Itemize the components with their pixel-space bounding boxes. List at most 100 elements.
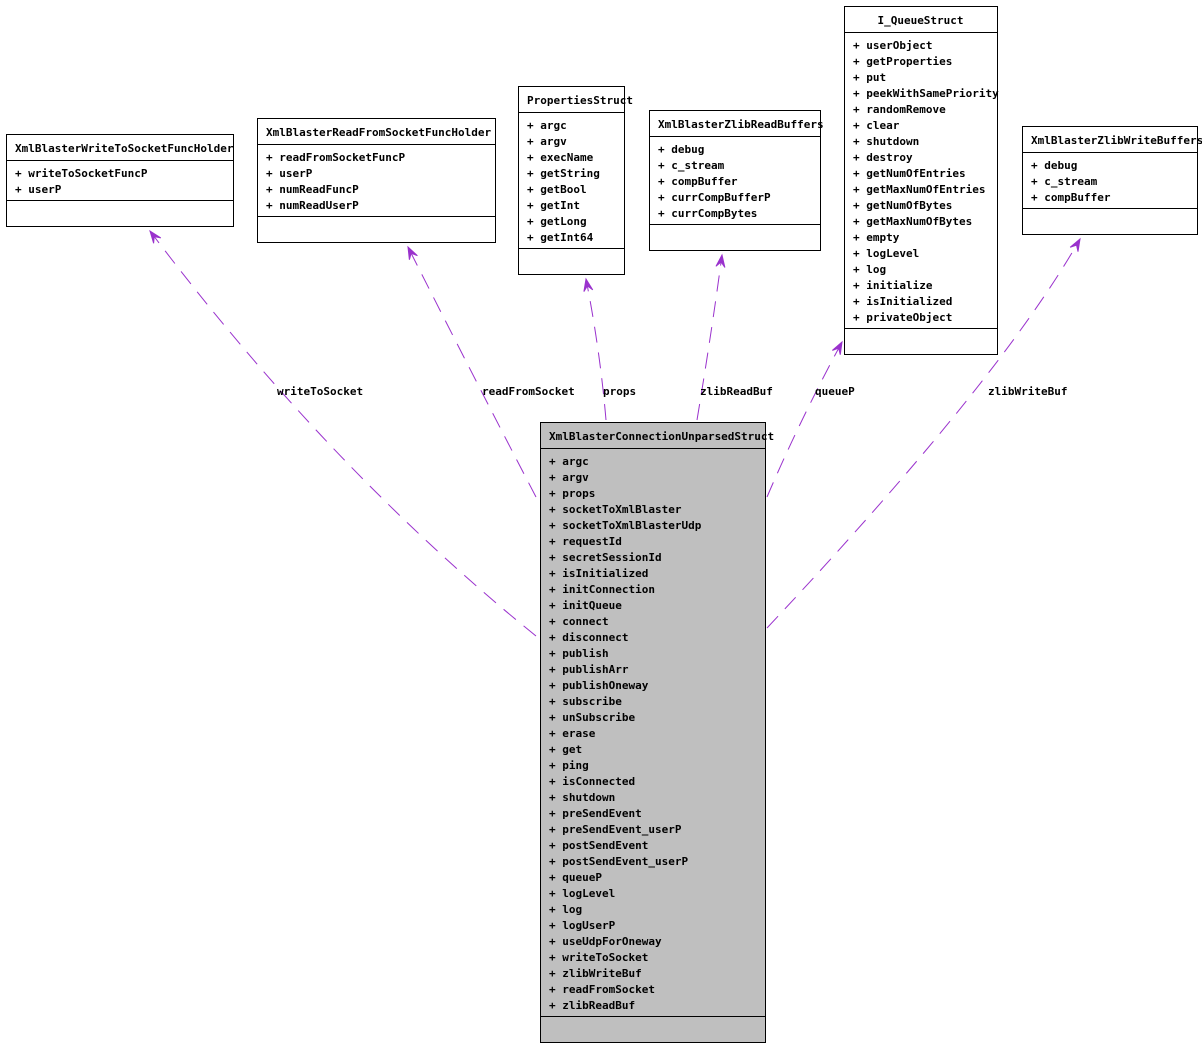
edge-label: zlibReadBuf <box>700 385 773 398</box>
member-get: + get <box>549 743 582 756</box>
edge-label: zlibWriteBuf <box>988 385 1067 398</box>
member-getProperties: + getProperties <box>853 55 952 68</box>
member-ping: + ping <box>549 759 589 772</box>
edge-line <box>407 246 537 498</box>
member-postSendEvent_userP: + postSendEvent_userP <box>549 855 688 868</box>
member-empty: + empty <box>853 231 900 244</box>
member-queueP: + queueP <box>549 871 602 884</box>
member-logLevel: + logLevel <box>853 247 919 260</box>
member-zlibReadBuf: + zlibReadBuf <box>549 999 635 1012</box>
member-getInt: + getInt <box>527 199 580 212</box>
class-box-main[interactable]: XmlBlasterConnectionUnparsedStruct + argc… <box>540 422 774 1043</box>
arrow-head-icon <box>407 245 418 260</box>
member-userObject: + userObject <box>853 39 932 52</box>
member-initQueue: + initQueue <box>549 599 622 612</box>
class-name: XmlBlasterConnectionUnparsedStruct <box>549 430 774 443</box>
member-unSubscribe: + unSubscribe <box>549 711 635 724</box>
member-initialize: + initialize <box>853 279 933 292</box>
arrow-head-icon <box>715 253 726 268</box>
edge-queue: queueP <box>766 340 855 498</box>
member-c_stream: + c_stream <box>1031 175 1098 188</box>
member-getBool: + getBool <box>527 183 587 196</box>
member-isInitialized: + isInitialized <box>853 295 952 308</box>
member-publish: + publish <box>549 647 609 660</box>
edge-props: props <box>583 277 636 421</box>
member-requestId: + requestId <box>549 535 622 548</box>
member-put: + put <box>853 71 886 84</box>
member-preSendEvent: + preSendEvent <box>549 807 642 820</box>
class-box-frame <box>518 86 625 275</box>
class-box-queue[interactable]: I_QueueStruct + userObject + getProperties… <box>844 6 999 355</box>
member-shutdown: + shutdown <box>853 135 919 148</box>
member-peekWithSamePriority: + peekWithSamePriority <box>853 87 999 100</box>
member-disconnect: + disconnect <box>549 631 628 644</box>
member-postSendEvent: + postSendEvent <box>549 839 648 852</box>
member-debug: + debug <box>658 143 704 156</box>
class-name: XmlBlasterZlibWriteBuffers <box>1031 134 1202 147</box>
member-userP: + userP <box>15 183 62 196</box>
member-argc: + argc <box>549 455 589 468</box>
class-box-props[interactable]: PropertiesStruct + argc + argv + execName + … <box>518 86 633 275</box>
member-preSendEvent_userP: + preSendEvent_userP <box>549 823 682 836</box>
member-log: + log <box>549 903 582 916</box>
member-writeToSocket: + writeToSocket <box>549 951 648 964</box>
edge-line <box>149 230 537 637</box>
member-clear: + clear <box>853 119 900 132</box>
member-getString: + getString <box>527 167 600 180</box>
arrow-head-icon <box>832 340 843 355</box>
member-numReadUserP: + numReadUserP <box>266 199 359 212</box>
edge-label: queueP <box>815 385 855 398</box>
member-execName: + execName <box>527 151 594 164</box>
member-userP: + userP <box>266 167 313 180</box>
arrow-head-icon <box>1069 237 1081 252</box>
member-socketToXmlBlasterUdp: + socketToXmlBlasterUdp <box>549 519 702 532</box>
edge-label: props <box>603 385 636 398</box>
member-isConnected: + isConnected <box>549 775 635 788</box>
collaboration-diagram: writeToSocket readFromSocket props zlibRead… <box>6 6 1202 1043</box>
member-publishOneway: + publishOneway <box>549 679 649 692</box>
member-readFromSocketFuncP: + readFromSocketFuncP <box>266 151 405 164</box>
member-argv: + argv <box>527 135 567 148</box>
edge-line <box>766 341 843 498</box>
edge-label: readFromSocket <box>482 385 575 398</box>
member-props: + props <box>549 487 595 500</box>
arrow-head-icon <box>149 229 162 244</box>
edge-zread: zlibReadBuf <box>696 253 773 421</box>
class-name: XmlBlasterWriteToSocketFuncHolder <box>15 142 234 155</box>
member-erase: + erase <box>549 727 596 740</box>
member-shutdown: + shutdown <box>549 791 615 804</box>
member-privateObject: + privateObject <box>853 311 952 324</box>
member-currCompBufferP: + currCompBufferP <box>658 191 771 204</box>
class-box-zread[interactable]: XmlBlasterZlibReadBuffers + debug + c_stre… <box>649 110 824 251</box>
edge-write: writeToSocket <box>149 229 537 637</box>
member-secretSessionId: + secretSessionId <box>549 551 662 564</box>
member-writeToSocketFuncP: + writeToSocketFuncP <box>15 167 148 180</box>
member-log: + log <box>853 263 886 276</box>
edge-label: writeToSocket <box>277 385 363 398</box>
member-initConnection: + initConnection <box>549 583 655 596</box>
class-name: PropertiesStruct <box>527 94 633 107</box>
member-isInitialized: + isInitialized <box>549 567 648 580</box>
member-readFromSocket: + readFromSocket <box>549 983 655 996</box>
member-getInt64: + getInt64 <box>527 231 594 244</box>
member-argv: + argv <box>549 471 589 484</box>
member-connect: + connect <box>549 615 609 628</box>
member-publishArr: + publishArr <box>549 663 629 676</box>
class-name: I_QueueStruct <box>877 14 963 27</box>
class-box-zwrite[interactable]: XmlBlasterZlibWriteBuffers + debug + c_str… <box>1022 126 1202 235</box>
member-getNumOfEntries: + getNumOfEntries <box>853 167 966 180</box>
member-logUserP: + logUserP <box>549 919 616 932</box>
class-name: XmlBlasterReadFromSocketFuncHolder <box>266 126 492 139</box>
member-getMaxNumOfEntries: + getMaxNumOfEntries <box>853 183 985 196</box>
member-argc: + argc <box>527 119 567 132</box>
member-destroy: + destroy <box>853 151 913 164</box>
member-compBuffer: + compBuffer <box>1031 191 1111 204</box>
member-numReadFuncP: + numReadFuncP <box>266 183 359 196</box>
class-box-write[interactable]: XmlBlasterWriteToSocketFuncHolder + write… <box>6 134 234 227</box>
member-logLevel: + logLevel <box>549 887 615 900</box>
member-useUdpForOneway: + useUdpForOneway <box>549 935 662 948</box>
member-randomRemove: + randomRemove <box>853 103 946 116</box>
member-getLong: + getLong <box>527 215 587 228</box>
class-box-read[interactable]: XmlBlasterReadFromSocketFuncHolder + read… <box>257 118 496 243</box>
member-debug: + debug <box>1031 159 1077 172</box>
